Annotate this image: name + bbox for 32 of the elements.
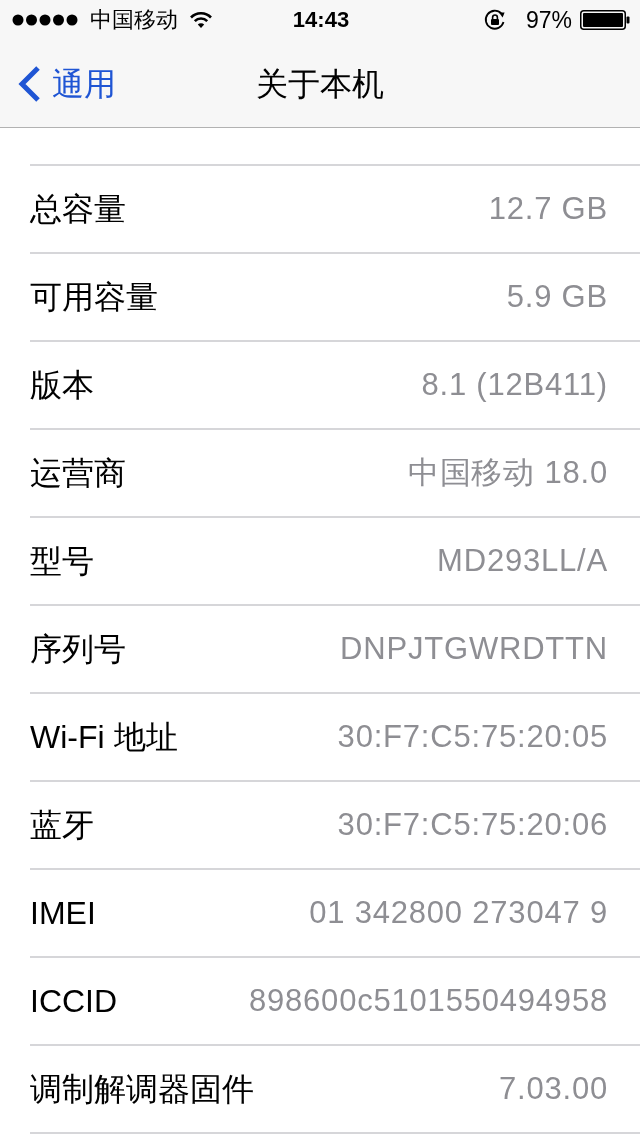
row-label: 运营商 — [30, 454, 126, 493]
row-value: 5.9 GB — [506, 278, 608, 316]
row-label: Wi-Fi 地址 — [30, 718, 178, 757]
row-label: 调制解调器固件 — [30, 1070, 254, 1109]
back-button[interactable]: 通用 — [16, 64, 116, 103]
chevron-left-icon — [16, 64, 42, 103]
battery-percent: 97% — [525, 7, 572, 33]
row-value: 中国移动 18.0 — [407, 454, 608, 492]
row-label: 可用容量 — [30, 278, 158, 317]
signal-strength-icon — [12, 14, 78, 26]
row-label: IMEI — [30, 894, 96, 933]
row-value: 01 342800 273047 9 — [309, 894, 608, 932]
row-value: 8.1 (12B411) — [421, 366, 608, 404]
row-label: 总容量 — [30, 190, 126, 229]
row-value: 898600c5101550494958 — [248, 982, 608, 1020]
wifi-icon — [190, 12, 212, 28]
row-value: MD293LL/A — [437, 542, 608, 580]
row-value: 30:F7:C5:75:20:05 — [337, 718, 608, 756]
row-value: 7.03.00 — [498, 1070, 608, 1108]
page-title: 关于本机 — [256, 64, 384, 104]
rotation-lock-icon — [483, 9, 506, 31]
row-label: 蓝牙 — [30, 806, 94, 845]
row-label: 型号 — [30, 542, 94, 581]
row-label: 版本 — [30, 366, 94, 405]
clock-time: 14:43 — [292, 7, 350, 33]
row-label: ICCID — [30, 982, 118, 1021]
row-value: DNPJTGWRDTTN — [340, 630, 608, 668]
carrier-name: 中国移动 — [90, 7, 178, 33]
row-value: 12.7 GB — [488, 190, 608, 228]
row-label: 序列号 — [30, 630, 126, 669]
row-value: 30:F7:C5:75:20:06 — [337, 806, 608, 844]
battery-icon — [580, 10, 630, 30]
